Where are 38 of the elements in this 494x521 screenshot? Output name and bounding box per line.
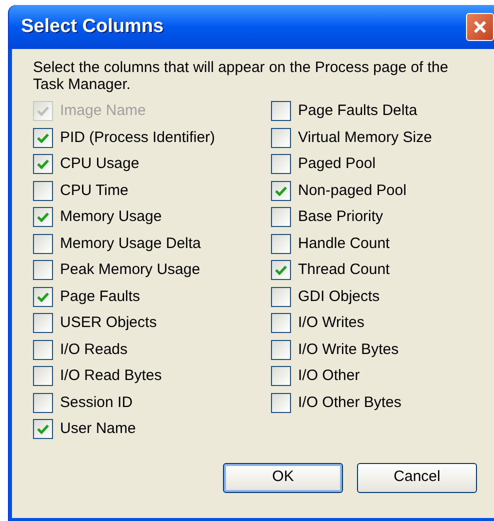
checkbox-item[interactable]: I/O Other Bytes — [271, 390, 432, 416]
checkbox-item[interactable]: User Name — [33, 416, 271, 442]
cancel-button[interactable]: Cancel — [357, 462, 477, 492]
checkbox-item[interactable]: Base Priority — [271, 204, 432, 230]
checkbox-item[interactable]: Page Faults Delta — [271, 98, 432, 124]
checkbox-item[interactable]: GDI Objects — [271, 284, 432, 310]
checkmark-icon — [37, 292, 49, 302]
checkbox-item[interactable]: Thread Count — [271, 257, 432, 284]
checkbox-item[interactable]: CPU Usage — [33, 151, 271, 178]
checkmark-icon — [275, 186, 287, 196]
checkbox-item[interactable]: I/O Read Bytes — [33, 363, 271, 390]
checkbox-item[interactable]: Paged Pool — [271, 151, 432, 178]
checkbox-item[interactable]: Non-paged Pool — [271, 178, 432, 204]
checkbox-item[interactable]: Peak Memory Usage — [33, 257, 271, 284]
checkmark-icon — [37, 106, 49, 116]
checkbox-item[interactable]: Memory Usage Delta — [33, 230, 271, 257]
instructions-text: Select the columns that will appear on the Process page of the Task Manager. — [33, 59, 450, 93]
checkbox-item[interactable]: I/O Other — [271, 363, 432, 390]
checkmark-icon — [275, 265, 287, 276]
checkbox-item[interactable]: I/O Writes — [271, 310, 432, 336]
checkmark-icon — [37, 132, 49, 143]
checkmark-icon — [37, 159, 49, 170]
close-icon — [473, 20, 487, 34]
checkmark-icon — [37, 212, 49, 222]
ok-button[interactable]: OK — [223, 462, 343, 492]
checkbox-item[interactable]: USER Objects — [33, 310, 271, 336]
checkbox-item[interactable]: Session ID — [33, 390, 271, 416]
checkbox-item[interactable]: Virtual Memory Size — [271, 124, 432, 151]
checkbox-item[interactable]: PID (Process Identifier) — [33, 124, 271, 151]
checkbox-item[interactable]: Handle Count — [271, 230, 432, 257]
window-title: Select Columns — [21, 14, 164, 39]
checkbox-item[interactable]: I/O Write Bytes — [271, 336, 432, 363]
checkmark-icon — [37, 424, 49, 434]
close-button[interactable] — [466, 13, 494, 41]
checkbox-item[interactable]: CPU Time — [33, 178, 271, 204]
checkbox-item[interactable]: Page Faults — [33, 284, 271, 310]
checkbox-item[interactable]: Memory Usage — [33, 204, 271, 230]
checkbox-item[interactable]: I/O Reads — [33, 336, 271, 363]
